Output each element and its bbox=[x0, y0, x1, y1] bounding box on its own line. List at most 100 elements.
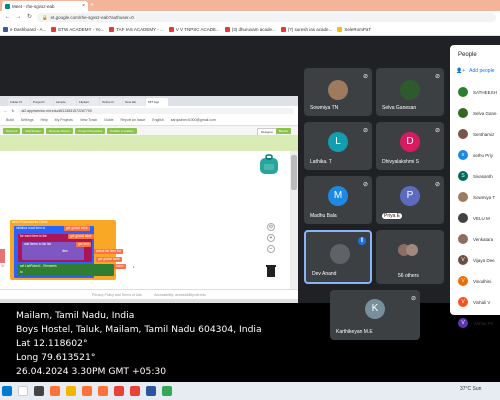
shared-footer: Privacy Policy and Terms of Use Accessib… bbox=[0, 289, 298, 299]
people-list-item[interactable]: VELU M bbox=[458, 213, 500, 223]
mic-off-icon: ⊘ bbox=[362, 74, 368, 80]
participant-tile[interactable]: ⊘ L Lathika. T bbox=[304, 122, 372, 170]
bookmark-item[interactable]: ETW ACADEMY - Yo... bbox=[51, 27, 104, 32]
member-name: Vishnu Pri bbox=[473, 320, 494, 326]
bookmark-favicon-icon bbox=[168, 27, 174, 32]
shared-tab: sample bbox=[54, 98, 76, 106]
address-bar-row: ← → ↻ 🔒 et.google.com/rhe-sgvsz-eab?auth… bbox=[0, 11, 500, 24]
shared-tab: Online D bbox=[100, 98, 122, 106]
participant-tile[interactable]: ⊘ M Madhu Bala bbox=[304, 176, 372, 224]
participant-tile[interactable]: ⊘ P Priya E bbox=[376, 176, 444, 224]
reload-icon[interactable]: ↻ bbox=[26, 14, 33, 21]
people-list-item[interactable]: Selva Gane bbox=[458, 108, 500, 118]
avatar bbox=[458, 87, 468, 97]
member-name: Vishali V bbox=[473, 299, 491, 305]
people-list-item[interactable]: SATHEESH bbox=[458, 87, 500, 97]
chrome-icon[interactable] bbox=[114, 386, 124, 396]
zoom-out-icon: − bbox=[267, 245, 275, 253]
shared-tab-strip: Folder Pr Pooja ID sample Flipkart Online DN… bbox=[0, 96, 298, 106]
chrome-icon[interactable] bbox=[130, 386, 140, 396]
avatar: K bbox=[365, 299, 385, 319]
geotag-longitude: Long 79.613521° bbox=[16, 352, 96, 363]
avatar bbox=[458, 234, 468, 244]
avatar bbox=[400, 80, 420, 100]
firefox-icon[interactable] bbox=[98, 386, 108, 396]
bookmark-label: SeleRomPaT bbox=[344, 27, 372, 32]
bookmark-item[interactable]: (7) suresh ias acade... bbox=[280, 27, 332, 32]
trash-icon bbox=[266, 265, 276, 277]
mic-off-icon: ⊘ bbox=[410, 296, 416, 302]
people-list-item[interactable]: V Vishnu Pri bbox=[458, 318, 500, 328]
blocks-header-bar bbox=[0, 135, 298, 151]
bookmark-item[interactable]: V V TNPSC ACADE... bbox=[168, 27, 220, 32]
tab-title: Meet - rhe-sgvsz-eab bbox=[12, 3, 55, 9]
people-list-item[interactable]: Senthamiz bbox=[458, 129, 500, 139]
taskview-icon[interactable] bbox=[34, 386, 44, 396]
close-tab-icon[interactable]: × bbox=[82, 3, 85, 9]
back-arrow-icon[interactable]: ← bbox=[4, 14, 11, 21]
shared-tab: Flipkart bbox=[77, 98, 99, 106]
set-elements-label: set ListPicker1 . Elements bbox=[18, 264, 59, 269]
get-global-table-3: get global table bbox=[96, 257, 122, 262]
avatar: D bbox=[400, 132, 420, 152]
search-icon[interactable] bbox=[18, 386, 28, 396]
participant-tile-speaking[interactable]: ⦀ Dev Anand bbox=[304, 230, 372, 284]
avatar: M bbox=[328, 186, 348, 206]
avatar: S bbox=[458, 171, 468, 181]
ai-toolbar-button: Publish to Gallery bbox=[107, 127, 137, 134]
people-list-item[interactable]: V Vishali V bbox=[458, 297, 500, 307]
participant-name: Lathika. T bbox=[310, 159, 332, 165]
bookmark-item[interactable]: e Dashboard - A... bbox=[3, 27, 46, 32]
bookmark-item[interactable]: SeleRomPaT bbox=[337, 27, 371, 32]
bookmark-item[interactable]: TAF IAS ACADEMY - ... bbox=[109, 27, 164, 32]
word-icon[interactable] bbox=[146, 386, 156, 396]
avatar bbox=[458, 192, 468, 202]
error-marker bbox=[0, 249, 5, 263]
participant-tile[interactable]: ⊘ Sowmiya TN bbox=[304, 68, 372, 116]
recenter-icon: ⊙ bbox=[267, 223, 275, 231]
blocks-button: Blocks bbox=[276, 128, 291, 134]
item-socket-label: item bbox=[60, 249, 71, 254]
firefox-icon[interactable] bbox=[82, 386, 92, 396]
select-list-item-block: select list item list bbox=[94, 249, 123, 254]
bookmark-item[interactable]: (3) dhuruvam acade... bbox=[224, 27, 276, 32]
bookmark-label: (3) dhuruvam acade... bbox=[231, 27, 276, 32]
event-label: when Frameworks Clicks bbox=[10, 220, 50, 225]
add-people-button[interactable]: 👤+ Add people bbox=[456, 68, 494, 74]
start-icon[interactable] bbox=[2, 386, 12, 396]
people-list-item[interactable]: V Vijaya Dee bbox=[458, 255, 500, 265]
people-list-item[interactable]: S Sivasanth bbox=[458, 171, 500, 181]
chrome-icon[interactable] bbox=[162, 386, 172, 396]
url-field[interactable]: 🔒 et.google.com/rhe-sgvsz-eab?authuser=0 bbox=[37, 13, 496, 22]
bookmark-label: e Dashboard - A... bbox=[10, 27, 47, 32]
mic-off-icon: ⊘ bbox=[362, 128, 368, 134]
bookmark-favicon-icon bbox=[51, 27, 57, 32]
avatar bbox=[328, 80, 348, 100]
people-list-item[interactable]: Venkatara bbox=[458, 234, 500, 244]
ai-menu-item: Report an Issue bbox=[120, 118, 146, 122]
shared-tab: MIT App bbox=[146, 98, 168, 106]
participant-tile[interactable]: ⊘ K Karthikeyan M.E bbox=[330, 290, 420, 340]
participant-tile[interactable]: ⊘ Selva Ganesan bbox=[376, 68, 444, 116]
ai-toolbar-button: Project Properties bbox=[75, 127, 106, 134]
shared-reload-icon: ↻ bbox=[11, 108, 15, 113]
people-list-item[interactable]: s sethu Priy bbox=[458, 150, 500, 160]
shared-url: ai2.appinventor.mit.edu/#612483157226779… bbox=[18, 107, 294, 114]
bookmark-favicon-icon bbox=[337, 27, 343, 32]
people-list-item[interactable]: V Vinodhini bbox=[458, 276, 500, 286]
files-icon[interactable] bbox=[66, 386, 76, 396]
add-people-label: Add people bbox=[469, 68, 495, 74]
participant-name: Madhu Bala bbox=[310, 213, 337, 219]
participant-name: Sowmiya TN bbox=[310, 105, 339, 111]
forward-arrow-icon[interactable]: → bbox=[15, 14, 22, 21]
ai-menu-item: Help bbox=[40, 118, 48, 122]
participant-tile[interactable]: ⊘ D Dhivyalakshmi S bbox=[376, 122, 444, 170]
people-list-item[interactable]: Sowmiya T bbox=[458, 192, 500, 202]
browser-tab-meet[interactable]: Meet - rhe-sgvsz-eab × bbox=[2, 1, 88, 11]
avatar bbox=[458, 108, 468, 118]
ai-menu-item: View Trash bbox=[79, 118, 98, 122]
new-tab-button[interactable]: + bbox=[90, 1, 94, 10]
others-tile[interactable]: 56 others bbox=[376, 230, 444, 284]
mic-off-icon: ⊘ bbox=[434, 74, 440, 80]
firefox-icon[interactable] bbox=[50, 386, 60, 396]
